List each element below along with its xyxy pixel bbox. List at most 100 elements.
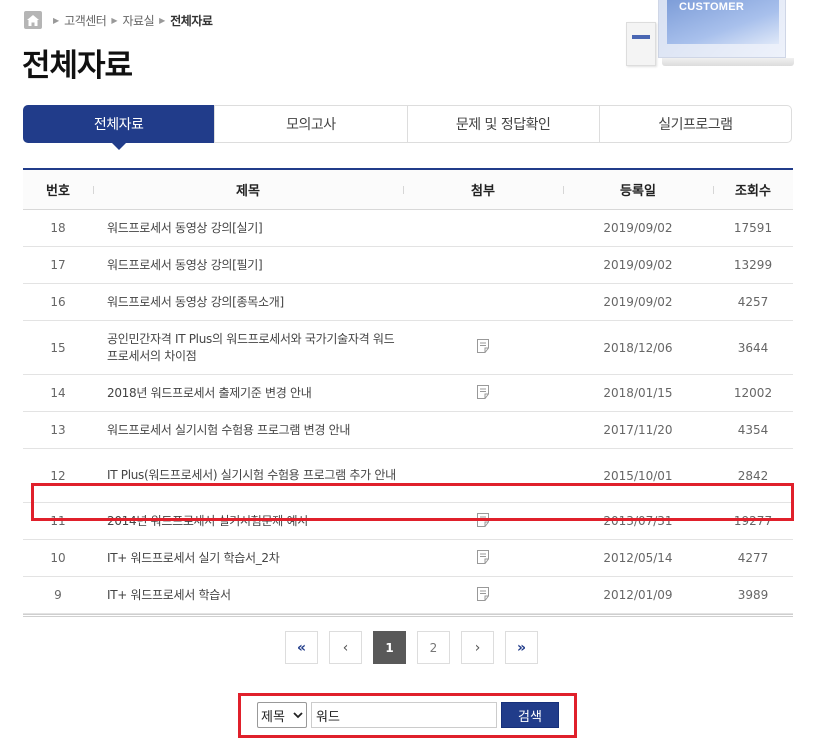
search-field-value: 제목 <box>261 709 285 725</box>
row-date: 2018/01/15 <box>603 386 673 400</box>
board-table: 번호 제목 첨부 등록일 조회수 18 워드프로세서 동영상 강의[실기] 2019… <box>23 168 793 617</box>
row-attachment <box>403 512 563 530</box>
row-date: 2013/07/31 <box>603 514 673 528</box>
header-date: 등록일 <box>563 180 713 199</box>
row-title-link[interactable]: 워드프로세서 동영상 강의[필기] <box>93 257 403 274</box>
page-2-button[interactable]: 2 <box>417 631 450 664</box>
row-views: 4354 <box>737 423 769 437</box>
chevron-left-icon: ‹ <box>342 639 349 656</box>
row-attachment <box>403 586 563 604</box>
attachment-file-icon[interactable] <box>477 512 489 527</box>
attachment-file-icon[interactable] <box>477 339 489 353</box>
double-chevron-right-icon: » <box>516 639 527 656</box>
breadcrumb-item[interactable]: 자료실 <box>122 12 154 29</box>
first-page-button[interactable]: « <box>285 631 318 664</box>
search-bar: 제목 검색 <box>257 702 559 728</box>
row-views: 4277 <box>737 551 769 565</box>
row-attachment <box>403 384 563 402</box>
table-row[interactable]: 13 워드프로세서 실기시험 수험용 프로그램 변경 안내 2017/11/20 43… <box>23 412 793 449</box>
table-row[interactable]: 10 IT+ 워드프로세서 실기 학습서_2차 2012/05/14 4277 <box>23 540 793 577</box>
breadcrumb-item[interactable]: 고객센터 <box>64 12 107 29</box>
pagination: « ‹ 1 2 › » <box>285 631 538 664</box>
page-1-button[interactable]: 1 <box>373 631 406 664</box>
row-num: 11 <box>50 514 66 528</box>
row-num: 15 <box>50 340 66 355</box>
row-title-link[interactable]: 2014년 워드프로세서 실기시험문제 예시 <box>93 513 403 530</box>
page-title: 전체자료 <box>22 48 133 84</box>
tab-answers[interactable]: 문제 및 정답확인 <box>406 106 599 142</box>
row-title-link[interactable]: 2018년 워드프로세서 출제기준 변경 안내 <box>93 385 403 402</box>
table-bottom-border <box>23 614 793 617</box>
attachment-file-icon[interactable] <box>477 384 489 399</box>
table-row[interactable]: 18 워드프로세서 동영상 강의[실기] 2019/09/02 17591 <box>23 210 793 247</box>
table-row[interactable]: 17 워드프로세서 동영상 강의[필기] 2019/09/02 13299 <box>23 247 793 284</box>
tab-all[interactable]: 전체자료 <box>23 105 215 150</box>
row-views: 17591 <box>733 221 773 235</box>
table-row[interactable]: 14 2018년 워드프로세서 출제기준 변경 안내 2018/01/15 12002 <box>23 375 793 412</box>
row-views: 12002 <box>733 386 773 400</box>
row-num: 13 <box>50 423 66 437</box>
table-header: 번호 제목 첨부 등록일 조회수 <box>23 170 793 210</box>
chevron-down-icon <box>293 711 303 718</box>
card-graphic <box>626 22 656 66</box>
row-views: 19277 <box>733 514 773 528</box>
table-row[interactable]: 9 IT+ 워드프로세서 학습서 2012/01/09 3989 <box>23 577 793 614</box>
row-date: 2012/05/14 <box>603 551 673 565</box>
row-title-link[interactable]: 워드프로세서 실기시험 수험용 프로그램 변경 안내 <box>93 422 403 439</box>
row-num: 9 <box>54 588 62 602</box>
row-attachment <box>403 339 563 356</box>
row-title-link[interactable]: IT Plus(워드프로세서) 실기시험 수험용 프로그램 추가 안내 <box>93 467 403 484</box>
table-row[interactable]: 15 공인민간자격 IT Plus의 워드프로세서와 국가기술자격 워드프로세서의… <box>23 321 793 375</box>
breadcrumb-separator-icon: ▶ <box>159 15 166 25</box>
row-views: 3644 <box>737 340 769 355</box>
search-input[interactable] <box>311 702 497 728</box>
search-button[interactable]: 검색 <box>501 702 559 728</box>
header-num: 번호 <box>46 184 70 199</box>
row-title-link[interactable]: 워드프로세서 동영상 강의[실기] <box>93 220 403 237</box>
row-num: 14 <box>50 386 66 400</box>
breadcrumb-separator-icon: ▶ <box>53 15 60 25</box>
chevron-right-icon: › <box>474 639 481 656</box>
row-views: 2842 <box>737 468 769 483</box>
table-row[interactable]: 16 워드프로세서 동영상 강의[종목소개] 2019/09/02 4257 <box>23 284 793 321</box>
table-row[interactable]: 11 2014년 워드프로세서 실기시험문제 예시 2013/07/31 19277 <box>23 503 793 540</box>
breadcrumb-separator-icon: ▶ <box>111 15 118 25</box>
row-attachment <box>403 549 563 567</box>
prev-page-button[interactable]: ‹ <box>329 631 362 664</box>
row-num: 10 <box>50 551 66 565</box>
next-page-button[interactable]: › <box>461 631 494 664</box>
header-views: 조회수 <box>713 180 793 199</box>
row-num: 16 <box>50 295 66 309</box>
row-date: 2019/09/02 <box>603 295 673 309</box>
row-title-link[interactable]: IT+ 워드프로세서 학습서 <box>93 587 403 604</box>
attachment-file-icon[interactable] <box>477 549 489 564</box>
row-date: 2017/11/20 <box>603 423 673 437</box>
row-num: 18 <box>50 221 66 235</box>
home-icon[interactable] <box>24 11 42 29</box>
row-date: 2012/01/09 <box>603 588 673 602</box>
row-views: 4257 <box>737 295 769 309</box>
tab-mock-exam[interactable]: 모의고사 <box>214 106 406 142</box>
monitor-graphic: CUSTOMER <box>658 0 786 58</box>
promo-text: CUSTOMER <box>679 1 745 13</box>
row-title-link[interactable]: 워드프로세서 동영상 강의[종목소개] <box>93 294 403 311</box>
row-title-link[interactable]: 공인민간자격 IT Plus의 워드프로세서와 국가기술자격 워드프로세서의 차… <box>93 331 403 365</box>
tab-practical-program[interactable]: 실기프로그램 <box>598 106 791 142</box>
row-date: 2019/09/02 <box>603 258 673 272</box>
row-date: 2018/12/06 <box>603 340 673 355</box>
row-num: 17 <box>50 258 66 272</box>
customer-illustration: CUSTOMER <box>622 0 794 68</box>
table-body: 18 워드프로세서 동영상 강의[실기] 2019/09/02 17591 17 워드프로… <box>23 210 793 614</box>
last-page-button[interactable]: » <box>505 631 538 664</box>
header-attach: 첨부 <box>403 180 563 199</box>
attachment-file-icon[interactable] <box>477 586 489 601</box>
row-views: 3989 <box>737 588 769 602</box>
header-title: 제목 <box>93 180 403 199</box>
row-num: 12 <box>50 468 66 483</box>
row-views: 13299 <box>733 258 773 272</box>
row-title-link[interactable]: IT+ 워드프로세서 실기 학습서_2차 <box>93 550 403 567</box>
row-date: 2015/10/01 <box>603 468 673 483</box>
table-row[interactable]: 12 IT Plus(워드프로세서) 실기시험 수험용 프로그램 추가 안내 201… <box>23 449 793 503</box>
row-date: 2019/09/02 <box>603 221 673 235</box>
search-field-select[interactable]: 제목 <box>257 702 307 728</box>
